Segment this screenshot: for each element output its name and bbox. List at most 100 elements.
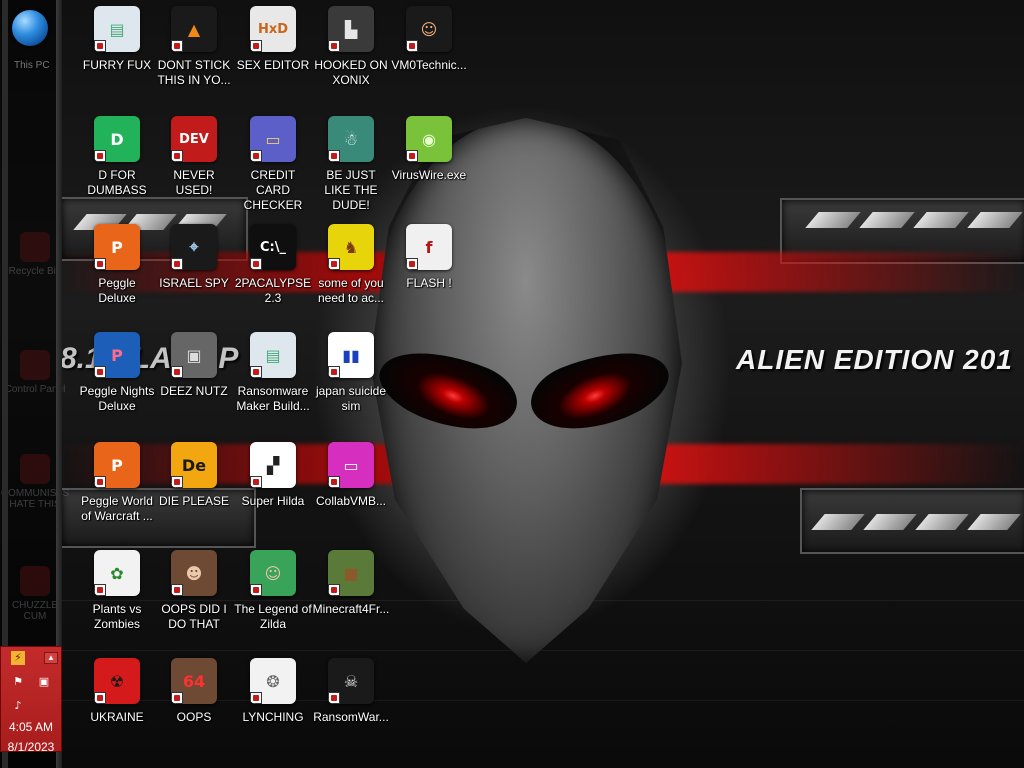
shortcut-overlay-icon bbox=[328, 366, 340, 378]
chuzzle-label: CHUZZLE CUM bbox=[11, 600, 59, 622]
desktop-icon-label: japan suicide sim bbox=[315, 384, 387, 413]
desktop-icon-label: DIE PLEASE bbox=[158, 494, 230, 508]
japan-suicide-sim-icon: ▮▮ bbox=[328, 332, 374, 378]
desktop-icon-label: The Legend of Zilda bbox=[234, 602, 312, 631]
desktop-icon-label: FLASH ! bbox=[406, 276, 452, 290]
viruswire-exe-icon: ◉ bbox=[406, 116, 452, 162]
wallpaper-floor-line bbox=[60, 650, 1024, 651]
desktop-icon-peggle-world-of-warcraft[interactable]: P Peggle World of Warcraft ... bbox=[78, 442, 156, 524]
recycle-bin-label: Recycle Bin bbox=[8, 266, 62, 277]
desktop-icon-peggle-deluxe[interactable]: P Peggle Deluxe bbox=[78, 224, 156, 306]
vm0technic-icon: ☺ bbox=[406, 6, 452, 52]
shortcut-overlay-icon bbox=[328, 476, 340, 488]
the-legend-of-zilda-icon: ☺ bbox=[250, 550, 296, 596]
desktop-icon-die-please[interactable]: De DIE PLEASE bbox=[155, 442, 233, 509]
desktop-icon-label: DONT STICK THIS IN YO... bbox=[157, 58, 231, 87]
plants-vs-zombies-icon: ✿ bbox=[94, 550, 140, 596]
ukraine-icon: ☢ bbox=[94, 658, 140, 704]
dont-stick-this-in-yo-icon: ▲ bbox=[171, 6, 217, 52]
desktop-icon-label: 2PACALYPSE 2.3 bbox=[234, 276, 312, 305]
peggle-deluxe-icon: P bbox=[94, 224, 140, 270]
desktop-icon-the-legend-of-zilda[interactable]: ☺ The Legend of Zilda bbox=[234, 550, 312, 632]
desktop-icon-deez-nutz[interactable]: ▣ DEEZ NUTZ bbox=[155, 332, 233, 399]
collabvmb-icon: ▭ bbox=[328, 442, 374, 488]
desktop-icon-d-for-dumbass[interactable]: D D FOR DUMBASS bbox=[78, 116, 156, 198]
die-please-icon: De bbox=[171, 442, 217, 488]
desktop-icon-ukraine[interactable]: ☢ UKRAINE bbox=[78, 658, 156, 725]
desktop-icon-oops[interactable]: 64 OOPS bbox=[155, 658, 233, 725]
desktop-icon-collabvmb[interactable]: ▭ CollabVMB... bbox=[312, 442, 390, 509]
shortcut-overlay-icon bbox=[171, 366, 183, 378]
desktop-icon-be-just-like-the-dude[interactable]: ☃ BE JUST LIKE THE DUDE! bbox=[312, 116, 390, 213]
desktop-icon-viruswire-exe[interactable]: ◉ VirusWire.exe bbox=[390, 116, 468, 183]
desktop-icon-label: DEEZ NUTZ bbox=[160, 384, 228, 398]
shortcut-overlay-icon bbox=[171, 584, 183, 596]
shortcut-overlay-icon bbox=[171, 692, 183, 704]
action-center-flag-icon[interactable]: ⚑ bbox=[11, 675, 25, 689]
desktop-icon-ransomwar[interactable]: ☠ RansomWar... bbox=[312, 658, 390, 725]
ransomwar-icon: ☠ bbox=[328, 658, 374, 704]
shortcut-overlay-icon bbox=[250, 150, 262, 162]
desktop-icon-label: VirusWire.exe bbox=[391, 168, 467, 182]
shortcut-overlay-icon bbox=[94, 366, 106, 378]
desktop-icon-israel-spy[interactable]: ⌖ ISRAEL SPY bbox=[155, 224, 233, 291]
deez-nutz-icon: ▣ bbox=[171, 332, 217, 378]
shortcut-overlay-icon bbox=[406, 150, 418, 162]
desktop-icon-label: Ransomware Maker Build... bbox=[236, 384, 310, 413]
desktop-icon-super-hilda[interactable]: ▞ Super Hilda bbox=[234, 442, 312, 509]
desktop-icon-lynching[interactable]: ❂ LYNCHING bbox=[234, 658, 312, 725]
shortcut-overlay-icon bbox=[94, 584, 106, 596]
super-hilda-icon: ▞ bbox=[250, 442, 296, 488]
desktop-icon-hooked-on-xonix[interactable]: ▙ HOOKED ON XONIX bbox=[312, 6, 390, 88]
desktop-icon-credit-card-checker[interactable]: ▭ CREDIT CARD CHECKER bbox=[234, 116, 312, 213]
desktop-icon-label: LYNCHING bbox=[242, 710, 304, 724]
desktop-icon-minecraft4fr[interactable]: ■ Minecraft4Fr... bbox=[312, 550, 390, 617]
desktop-icon-japan-suicide-sim[interactable]: ▮▮ japan suicide sim bbox=[312, 332, 390, 414]
desktop-icon-sex-editor[interactable]: HxD SEX EDITOR bbox=[234, 6, 312, 73]
shortcut-overlay-icon bbox=[94, 150, 106, 162]
desktop[interactable]: 8.1 BLAZE P ALIEN EDITION 201 This PC Re… bbox=[0, 0, 1024, 768]
desktop-icon-vm0technic[interactable]: ☺ VM0Technic... bbox=[390, 6, 468, 73]
peggle-nights-deluxe-icon: P bbox=[94, 332, 140, 378]
desktop-icon-oops-did-i-do-that[interactable]: ☻ OOPS DID I DO THAT bbox=[155, 550, 233, 632]
oops-did-i-do-that-icon: ☻ bbox=[171, 550, 217, 596]
shortcut-overlay-icon bbox=[250, 366, 262, 378]
shortcut-overlay-icon bbox=[328, 584, 340, 596]
lightning-icon[interactable]: ⚡ bbox=[11, 651, 25, 665]
shortcut-overlay-icon bbox=[250, 40, 262, 52]
show-hidden-icons-icon[interactable]: ▲ bbox=[44, 652, 58, 664]
desktop-icon-label: FURRY FUX bbox=[82, 58, 152, 72]
clock-date[interactable]: 8/1/2023 bbox=[0, 740, 62, 754]
wallpaper-title: ALIEN EDITION 201 bbox=[736, 344, 1013, 375]
desktop-icon-2pacalypse-2-3[interactable]: C:\_ 2PACALYPSE 2.3 bbox=[234, 224, 312, 306]
sex-editor-icon: HxD bbox=[250, 6, 296, 52]
chuzzle-icon bbox=[20, 566, 50, 596]
clock-time[interactable]: 4:05 AM bbox=[0, 720, 62, 734]
shortcut-overlay-icon bbox=[171, 150, 183, 162]
desktop-icon-label: Plants vs Zombies bbox=[92, 602, 142, 631]
shortcut-overlay-icon bbox=[171, 258, 183, 270]
desktop-icon-label: ISRAEL SPY bbox=[159, 276, 229, 290]
desktop-icon-label: Minecraft4Fr... bbox=[312, 602, 390, 616]
desktop-icon-ransomware-maker-build[interactable]: ▤ Ransomware Maker Build... bbox=[234, 332, 312, 414]
desktop-icon-plants-vs-zombies[interactable]: ✿ Plants vs Zombies bbox=[78, 550, 156, 632]
some-of-you-need-to-ac-icon: ♞ bbox=[328, 224, 374, 270]
desktop-icon-flash[interactable]: f FLASH ! bbox=[390, 224, 468, 291]
network-icon[interactable]: ▣ bbox=[37, 675, 51, 689]
shortcut-overlay-icon bbox=[328, 40, 340, 52]
volume-icon[interactable]: ♪ bbox=[11, 699, 25, 713]
d-for-dumbass-icon: D bbox=[94, 116, 140, 162]
this-pc-icon[interactable] bbox=[12, 10, 48, 46]
shortcut-overlay-icon bbox=[406, 258, 418, 270]
desktop-icon-peggle-nights-deluxe[interactable]: P Peggle Nights Deluxe bbox=[78, 332, 156, 414]
desktop-icon-furry-fux[interactable]: ▤ FURRY FUX bbox=[78, 6, 156, 73]
desktop-icon-label: Super Hilda bbox=[241, 494, 305, 508]
furry-fux-icon: ▤ bbox=[94, 6, 140, 52]
desktop-icon-never-used[interactable]: DEV NEVER USED! bbox=[155, 116, 233, 198]
shortcut-overlay-icon bbox=[406, 40, 418, 52]
shortcut-overlay-icon bbox=[328, 150, 340, 162]
desktop-icon-some-of-you-need-to-ac[interactable]: ♞ some of you need to ac... bbox=[312, 224, 390, 306]
peggle-world-of-warcraft-icon: P bbox=[94, 442, 140, 488]
shortcut-overlay-icon bbox=[94, 476, 106, 488]
desktop-icon-dont-stick-this-in-yo[interactable]: ▲ DONT STICK THIS IN YO... bbox=[155, 6, 233, 88]
